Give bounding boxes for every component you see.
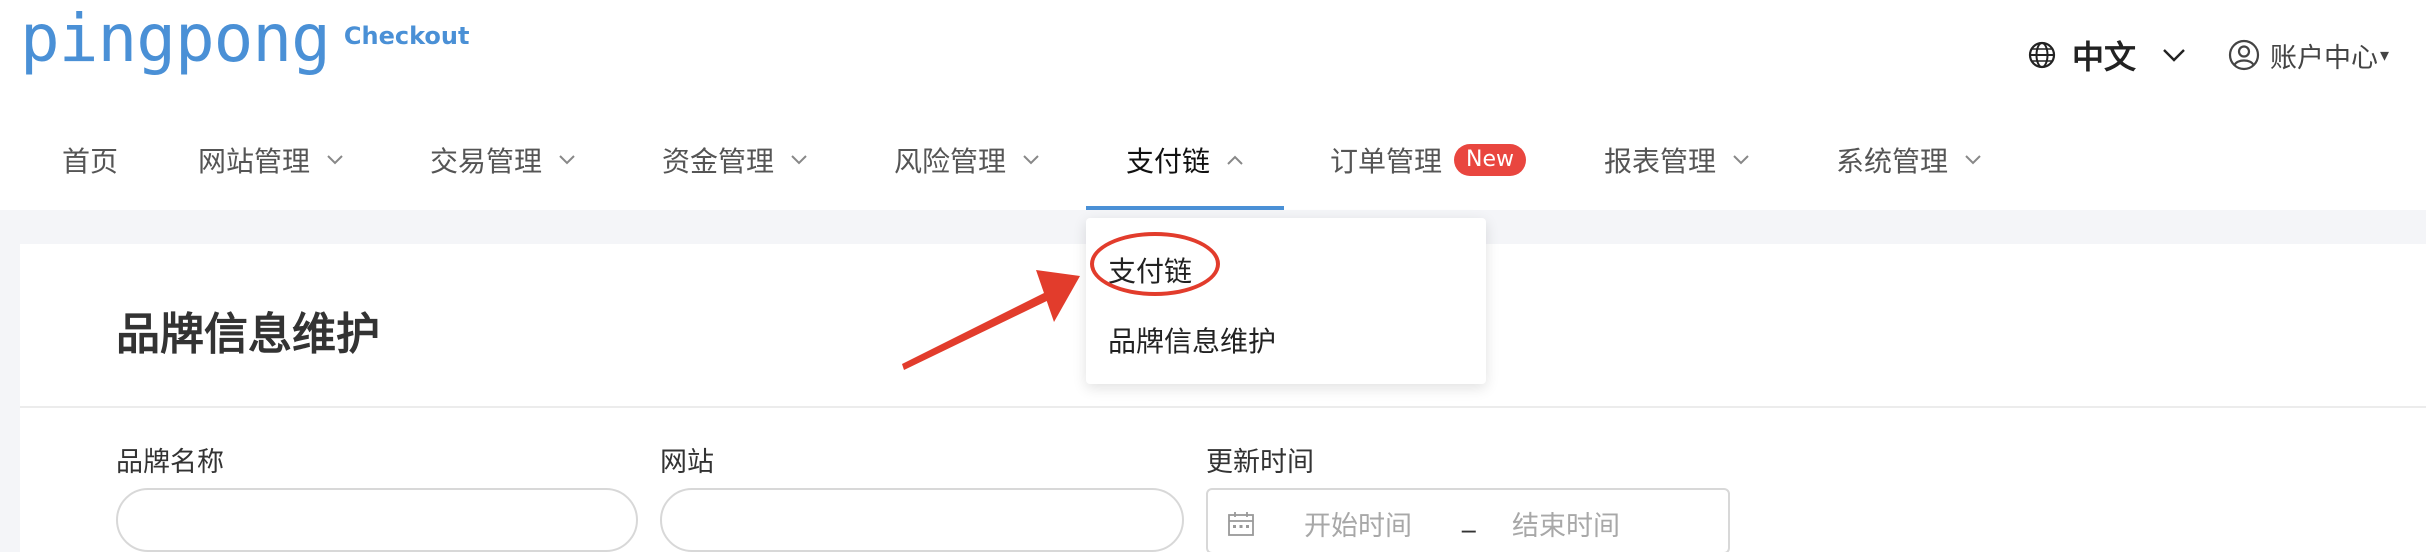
new-badge: New <box>1454 144 1527 176</box>
nav-item-label: 系统管理 <box>1836 145 1949 178</box>
chevron-down-icon <box>1965 155 1981 165</box>
chevron-up-icon <box>1227 155 1243 165</box>
start-time-input[interactable]: 开始时间 <box>1304 504 1412 543</box>
chevron-down-icon <box>1733 155 1749 165</box>
update-time-label: 更新时间 <box>1206 447 1314 478</box>
nav-item-label: 报表管理 <box>1604 145 1717 178</box>
annotation-arrow-icon <box>902 270 1080 370</box>
divider <box>20 406 2426 408</box>
user-icon <box>2228 39 2260 71</box>
account-center-menu[interactable]: 账户中心 ▾ <box>2228 34 2389 76</box>
chevron-down-icon <box>2163 49 2185 62</box>
update-time-range-picker[interactable]: 开始时间 _ 结束时间 <box>1206 488 1730 552</box>
nav-item-report-management[interactable]: 报表管理 <box>1604 110 1750 210</box>
calendar-icon <box>1228 512 1254 536</box>
language-switcher[interactable]: 中文 <box>2028 34 2186 76</box>
end-time-input[interactable]: 结束时间 <box>1512 504 1620 543</box>
nav-item-system-management[interactable]: 系统管理 <box>1836 110 1982 210</box>
caret-down-icon: ▾ <box>2380 44 2390 66</box>
nav-item-payment-chain[interactable]: 支付链 <box>1085 110 1285 210</box>
nav-item-label: 订单管理 <box>1330 145 1443 178</box>
website-input[interactable] <box>660 488 1184 552</box>
brand-name-label: 品牌名称 <box>116 447 224 478</box>
nav-item-label: 支付链 <box>1126 145 1211 178</box>
range-separator: _ <box>1462 502 1476 533</box>
brand-name-input[interactable] <box>116 488 638 552</box>
account-center-label: 账户中心 <box>2270 42 2378 74</box>
dropdown-item-brand-info-maintenance[interactable]: 品牌信息维护 <box>1108 320 1276 360</box>
globe-icon <box>2028 41 2056 69</box>
nav-item-order-management[interactable]: 订单管理 New <box>1330 110 1527 210</box>
website-label: 网站 <box>660 447 714 478</box>
language-label: 中文 <box>2072 38 2137 76</box>
